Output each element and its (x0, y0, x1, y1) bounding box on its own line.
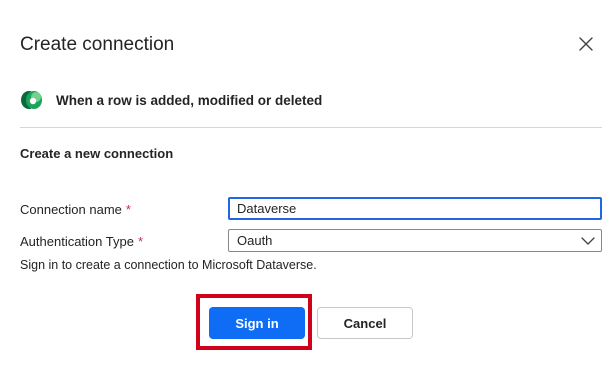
create-connection-dialog: Create connection When a row is added, m… (0, 0, 607, 368)
close-icon (579, 37, 593, 51)
section-heading: Create a new connection (20, 146, 174, 161)
close-button[interactable] (575, 33, 597, 55)
required-marker: * (125, 202, 131, 217)
authentication-type-value: Oauth (237, 233, 273, 248)
required-marker: * (137, 234, 144, 249)
dataverse-icon (21, 91, 42, 109)
connection-name-label: Connection name * (20, 202, 131, 217)
divider (20, 127, 602, 128)
authentication-type-label-text: Authentication Type (20, 234, 134, 249)
sign-in-button[interactable]: Sign in (209, 307, 305, 339)
connection-name-label-text: Connection name (20, 202, 122, 217)
trigger-label: When a row is added, modified or deleted (56, 92, 323, 108)
authentication-type-dropdown[interactable]: Oauth (228, 229, 602, 252)
connection-name-input[interactable] (228, 197, 602, 220)
authentication-type-label: Authentication Type * (20, 234, 143, 249)
chevron-down-icon (581, 237, 595, 245)
dialog-title: Create connection (20, 34, 175, 55)
trigger-row: When a row is added, modified or deleted (20, 88, 322, 112)
cancel-button[interactable]: Cancel (317, 307, 413, 339)
helper-text: Sign in to create a connection to Micros… (20, 258, 317, 272)
